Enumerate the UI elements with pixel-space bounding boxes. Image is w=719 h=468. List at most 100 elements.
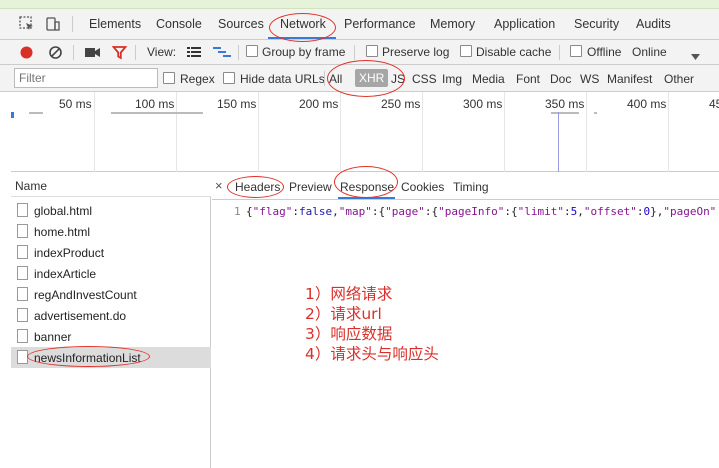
chevron-down-icon[interactable] xyxy=(691,49,700,63)
request-row-global[interactable]: global.html xyxy=(11,200,211,221)
filter-type-ws[interactable]: WS xyxy=(580,72,599,86)
tab-memory[interactable]: Memory xyxy=(430,17,475,31)
filter-type-all[interactable]: All xyxy=(329,72,342,86)
filter-type-media[interactable]: Media xyxy=(472,72,505,86)
timeline-tick-label: 250 ms xyxy=(381,97,421,111)
annotation-note: 4）请求头与响应头 xyxy=(305,345,439,363)
timeline-tick-label: 350 ms xyxy=(545,97,585,111)
offline-checkbox[interactable] xyxy=(570,45,582,57)
tab-headers[interactable]: Headers xyxy=(235,180,280,194)
toolbar-divider xyxy=(135,45,136,60)
filter-type-img[interactable]: Img xyxy=(442,72,462,86)
timeline-overview[interactable]: 50 ms 100 ms 150 ms 200 ms 250 ms 300 ms… xyxy=(11,92,719,172)
requests-column-header[interactable]: Name xyxy=(11,172,211,197)
filter-type-other[interactable]: Other xyxy=(664,72,694,86)
request-name: regAndInvestCount xyxy=(34,288,137,302)
tab-audits[interactable]: Audits xyxy=(636,17,671,31)
tab-cookies[interactable]: Cookies xyxy=(401,180,444,194)
file-icon xyxy=(17,329,28,343)
timeline-request-bar xyxy=(29,112,43,114)
filter-type-doc[interactable]: Doc xyxy=(550,72,571,86)
tab-security[interactable]: Security xyxy=(574,17,619,31)
timeline-request-bar xyxy=(11,112,14,118)
regex-label: Regex xyxy=(180,72,215,86)
hide-data-urls-checkbox[interactable] xyxy=(223,72,235,84)
timeline-tick-label: 100 ms xyxy=(135,97,175,111)
request-name: banner xyxy=(34,330,72,344)
file-icon xyxy=(17,266,28,280)
filter-input[interactable] xyxy=(14,68,158,88)
tab-application[interactable]: Application xyxy=(494,17,555,31)
record-icon[interactable] xyxy=(19,45,34,63)
throttling-select[interactable]: Online xyxy=(632,45,667,59)
request-detail-panel: × Headers Preview Response Cookies Timin… xyxy=(212,172,719,468)
timeline-gridline xyxy=(504,92,505,172)
screenshot-camera-icon[interactable] xyxy=(84,46,101,62)
tab-elements[interactable]: Elements xyxy=(89,17,141,31)
network-toolbar: View: Group by frame Preserve log Disabl… xyxy=(0,40,719,65)
requests-list: Name global.html home.html indexProduct … xyxy=(11,172,211,468)
group-by-frame-checkbox[interactable] xyxy=(246,45,258,57)
timeline-tick-label: 400 ms xyxy=(627,97,667,111)
request-row-home[interactable]: home.html xyxy=(11,221,211,242)
response-body: {"flag":false,"map":{"page":{"pageInfo":… xyxy=(246,205,719,218)
request-name: newsInformationList xyxy=(34,351,141,365)
close-icon[interactable]: × xyxy=(215,178,223,193)
disable-cache-label: Disable cache xyxy=(476,45,552,59)
annotation-note: 3）响应数据 xyxy=(305,325,393,343)
regex-checkbox[interactable] xyxy=(163,72,175,84)
browser-top-strip xyxy=(0,0,719,9)
waterfall-overview-icon[interactable] xyxy=(213,46,231,61)
file-icon xyxy=(17,245,28,259)
toolbar-divider xyxy=(73,45,74,60)
tab-sources[interactable]: Sources xyxy=(218,17,264,31)
filter-type-js[interactable]: JS xyxy=(391,72,405,86)
preserve-log-label: Preserve log xyxy=(382,45,450,59)
filter-type-css[interactable]: CSS xyxy=(412,72,437,86)
request-name: indexProduct xyxy=(34,246,105,260)
view-label: View: xyxy=(147,45,177,59)
tab-response[interactable]: Response xyxy=(340,180,394,194)
tab-performance[interactable]: Performance xyxy=(344,17,416,31)
filter-type-xhr[interactable]: XHR xyxy=(355,69,389,87)
timeline-tick-label: 150 ms xyxy=(217,97,257,111)
timeline-gridline xyxy=(340,92,341,172)
request-row-index-product[interactable]: indexProduct xyxy=(11,242,211,263)
request-row-index-article[interactable]: indexArticle xyxy=(11,263,211,284)
request-name: advertisement.do xyxy=(34,309,127,323)
request-row-advertisement[interactable]: advertisement.do xyxy=(11,305,211,326)
filter-divider xyxy=(324,71,325,86)
preserve-log-checkbox[interactable] xyxy=(366,45,378,57)
request-row-banner[interactable]: banner xyxy=(11,326,211,347)
tab-network[interactable]: Network xyxy=(280,17,326,31)
group-by-frame-label: Group by frame xyxy=(262,45,346,59)
filter-type-font[interactable]: Font xyxy=(516,72,540,86)
response-viewer[interactable]: 1 {"flag":false,"map":{"page":{"pageInfo… xyxy=(212,200,719,468)
disable-cache-checkbox[interactable] xyxy=(460,45,472,57)
toolbar-divider xyxy=(559,45,560,60)
timeline-gridline xyxy=(586,92,587,172)
offline-label: Offline xyxy=(587,45,622,59)
filter-funnel-icon[interactable] xyxy=(111,45,128,63)
hide-data-urls-label: Hide data URLs xyxy=(240,72,325,86)
device-toolbar-icon[interactable] xyxy=(44,15,62,33)
timeline-gridline xyxy=(94,92,95,172)
timeline-request-bar xyxy=(551,112,579,114)
request-row-news-information-list[interactable]: newsInformationList xyxy=(11,347,211,368)
toolbar-divider xyxy=(354,45,355,60)
timeline-tick-label: 200 ms xyxy=(299,97,339,111)
annotation-note: 1）网络请求 xyxy=(305,285,393,303)
tab-preview[interactable]: Preview xyxy=(289,180,332,194)
clear-icon[interactable] xyxy=(48,45,63,63)
request-name: indexArticle xyxy=(34,267,97,281)
large-rows-icon[interactable] xyxy=(187,46,201,61)
timeline-tick-label: 300 ms xyxy=(463,97,503,111)
tab-timing[interactable]: Timing xyxy=(453,180,489,194)
inspect-element-icon[interactable] xyxy=(18,15,36,33)
filter-bar: Regex Hide data URLs All XHR JS CSS Img … xyxy=(0,65,719,92)
filter-type-manifest[interactable]: Manifest xyxy=(607,72,652,86)
request-row-reg-and-invest-count[interactable]: regAndInvestCount xyxy=(11,284,211,305)
annotation-note: 2）请求url xyxy=(305,305,382,323)
tab-console[interactable]: Console xyxy=(156,17,202,31)
timeline-gridline xyxy=(176,92,177,172)
